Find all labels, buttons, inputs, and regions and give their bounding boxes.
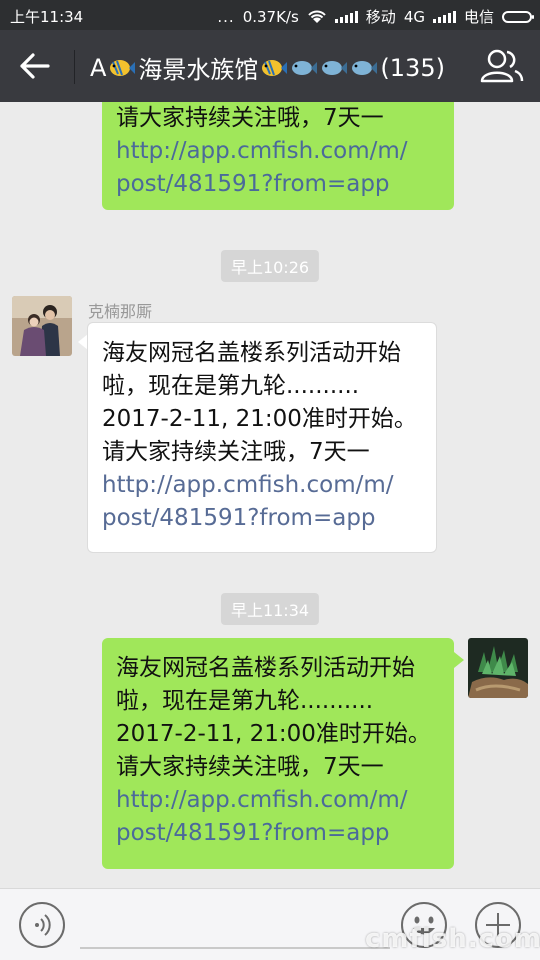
avatar[interactable] (12, 296, 72, 356)
member-count: (135) (380, 53, 445, 82)
message-text: 请大家持续关注哦，7天一 (102, 439, 370, 465)
message-bubble-sent[interactable]: 海友网冠名盖楼系列活动开始 啦，现在是第九轮.......... 2017-2-… (102, 638, 454, 869)
message-text: 海友网冠名盖楼系列活动开始 (116, 655, 415, 681)
status-right: ... 0.37K/s 移动 4G 电信 (217, 6, 534, 27)
voice-icon[interactable] (18, 901, 66, 949)
timestamp: 早上10:26 (220, 250, 320, 282)
carrier-2: 电信 (463, 8, 494, 26)
avatar[interactable] (468, 638, 528, 698)
back-arrow-icon[interactable] (18, 50, 54, 82)
fish-icon (262, 59, 288, 76)
chat-area[interactable]: 请大家持续关注哦，7天一 http://app.cmfish.com/m/ po… (0, 102, 540, 888)
timestamp: 早上11:34 (220, 593, 320, 625)
message-text: 海友网冠名盖楼系列活动开始 (102, 340, 401, 366)
avatar-photo (468, 638, 528, 698)
fish-icon (110, 59, 136, 76)
avatar-photo (12, 296, 72, 356)
message-link[interactable]: post/481591?from=app (116, 168, 440, 201)
message-bubble-sent[interactable]: 请大家持续关注哦，7天一 http://app.cmfish.com/m/ po… (102, 102, 454, 210)
bubble-tail (454, 652, 464, 668)
message-link[interactable]: post/481591?from=app (102, 502, 422, 535)
title-prefix: A (90, 53, 107, 82)
status-time: 上午11:34 (10, 8, 84, 26)
signal-icon (334, 10, 358, 23)
message-text: 请大家持续关注哦，7天一 (116, 754, 384, 780)
message-link[interactable]: http://app.cmfish.com/m/ (116, 784, 440, 817)
fish-icon (292, 60, 318, 75)
fish-icon (352, 60, 378, 75)
message-text: 2017-2-11, 21:00准时开始。 (116, 721, 431, 747)
wifi-icon (308, 10, 326, 23)
message-text: 2017-2-11, 21:00准时开始。 (102, 406, 417, 432)
battery-icon (502, 10, 534, 23)
message-text: 啦，现在是第九轮.......... (116, 688, 374, 714)
header-divider (74, 50, 75, 84)
message-text: 请大家持续关注哦，7天一 (116, 105, 384, 131)
network-speed: 0.37K/s (242, 7, 299, 26)
message-bubble-received[interactable]: 海友网冠名盖楼系列活动开始 啦，现在是第九轮.......... 2017-2-… (87, 322, 437, 553)
message-link[interactable]: http://app.cmfish.com/m/ (116, 135, 440, 168)
status-dots: ... (217, 7, 235, 26)
chat-header: A 海景水族馆 (135) (0, 30, 540, 102)
members-icon[interactable] (480, 48, 524, 84)
network-type: 4G (403, 7, 425, 26)
title-text: 海景水族馆 (138, 56, 259, 84)
status-bar: 上午11:34 ... 0.37K/s 移动 4G 电信 (0, 0, 540, 30)
message-input[interactable] (80, 947, 390, 949)
message-text: 啦，现在是第九轮.......... (102, 373, 360, 399)
chat-title: A 海景水族馆 (135) (90, 50, 445, 85)
fish-icon (322, 60, 348, 75)
carrier-1: 移动 (365, 8, 396, 26)
message-link[interactable]: post/481591?from=app (116, 817, 440, 850)
signal-icon (432, 10, 456, 23)
watermark: cmfish.com (365, 924, 540, 954)
message-link[interactable]: http://app.cmfish.com/m/ (102, 469, 422, 502)
sender-name: 克楠那厮 (88, 302, 153, 321)
